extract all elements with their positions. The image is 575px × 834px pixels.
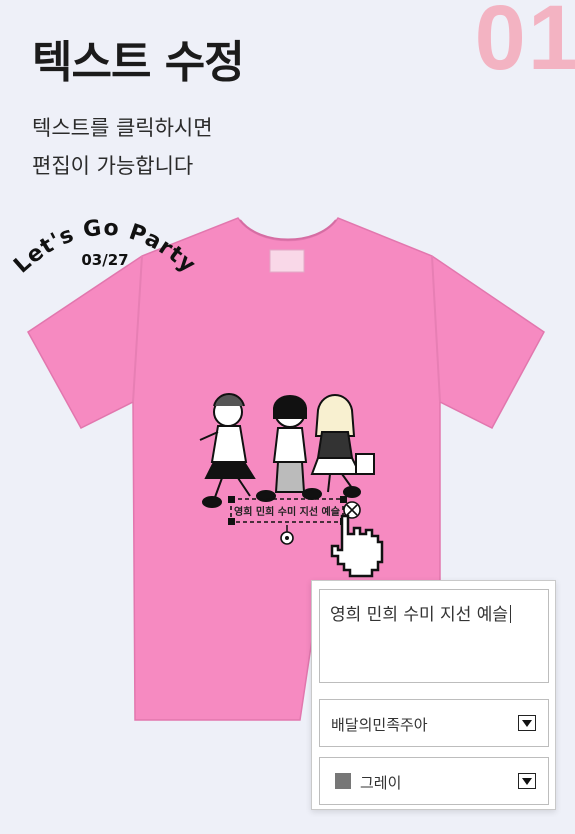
description-line-2: 편집이 가능합니다: [32, 154, 194, 178]
text-input-value: 영희 민희 수미 지선 예슬: [330, 605, 509, 625]
text-editor-panel: 영희 민희 수미 지선 예슬 배달의민족주아 그레이: [311, 580, 556, 810]
description-line-1: 텍스트를 클릭하시면: [32, 116, 213, 140]
font-select[interactable]: 배달의민족주아: [319, 699, 549, 747]
chevron-down-icon[interactable]: [518, 715, 536, 731]
design-headline-text: Let's Go Party: [9, 216, 199, 279]
text-caret: [510, 605, 512, 623]
editable-text-on-shirt[interactable]: 영희 민희 수미 지선 예슬: [234, 503, 340, 519]
design-headline[interactable]: Let's Go Party 03/27: [0, 200, 210, 290]
text-input[interactable]: 영희 민희 수미 지선 예슬: [319, 589, 549, 683]
chevron-down-icon[interactable]: [518, 773, 536, 789]
step-number: 01: [474, 0, 575, 89]
design-date: 03/27: [81, 251, 128, 269]
page-title: 텍스트 수정: [32, 37, 245, 88]
svg-text:Let's Go Party: Let's Go Party: [9, 216, 200, 279]
font-select-value: 배달의민족주아: [331, 716, 428, 734]
color-swatch: [335, 773, 351, 789]
color-select-value: 그레이: [360, 774, 402, 792]
color-select[interactable]: 그레이: [319, 757, 549, 805]
